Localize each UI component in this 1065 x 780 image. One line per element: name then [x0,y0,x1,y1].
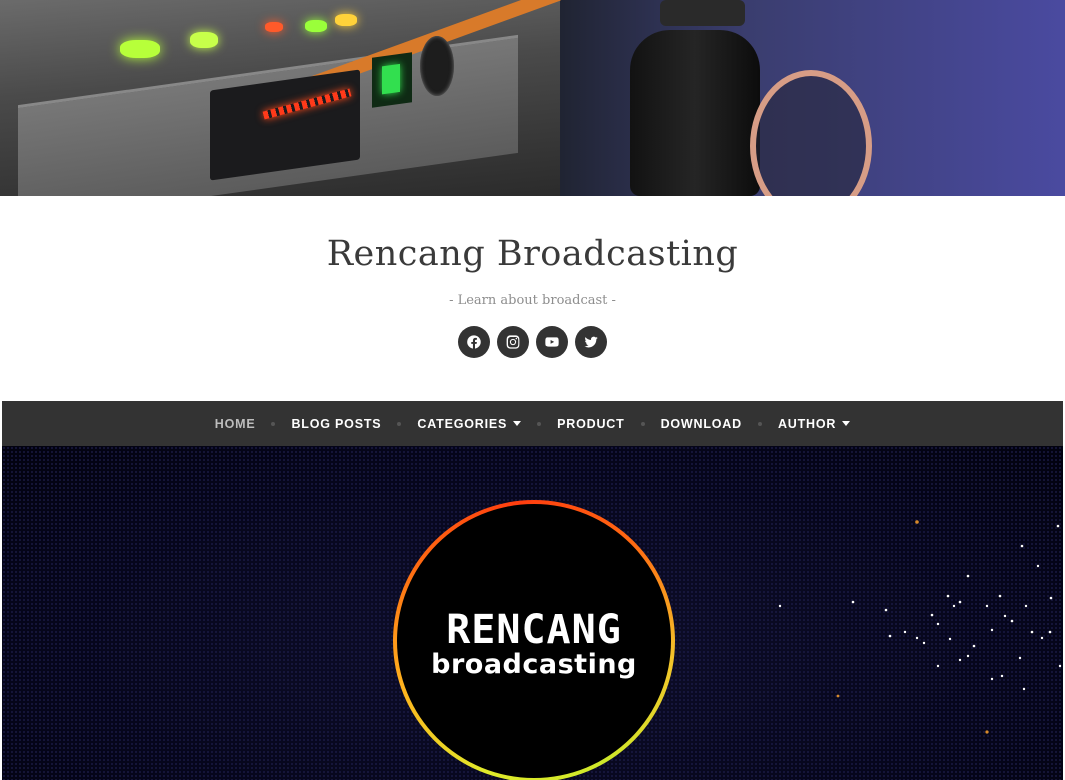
main-navigation: HOME BLOG POSTS CATEGORIES PRODUCT DOWNL… [2,401,1063,446]
instagram-link[interactable] [497,326,529,358]
instagram-icon [506,335,520,349]
logo-text-line1: RENCANG [446,607,622,653]
youtube-icon [545,337,559,347]
indicator-light [120,40,160,58]
indicator-light [190,32,218,48]
nav-separator [537,421,542,426]
site-title[interactable]: Rencang Broadcasting [2,234,1063,274]
nav-label: PRODUCT [557,416,625,431]
header-banner-image [0,0,1065,196]
nav-item-categories[interactable]: CATEGORIES [417,416,522,431]
rencang-logo: RENCANG broadcasting [393,500,675,780]
nav-item-download[interactable]: DOWNLOAD [661,417,742,431]
mic-mount-graphic [660,0,745,26]
nav-label: BLOG POSTS [291,416,382,431]
nav-separator [757,421,762,426]
logo-disc: RENCANG broadcasting [397,504,671,778]
nav-label: DOWNLOAD [660,416,742,431]
twitter-icon [584,336,598,348]
featured-image: RENCANG broadcasting [2,446,1063,780]
facebook-icon [467,335,481,349]
nav-item-home[interactable]: HOME [215,417,256,431]
site-description: - Learn about broadcast - [449,293,616,308]
indicator-light [335,14,357,26]
logo-text-line2: broadcasting [431,649,637,680]
nav-label: HOME [214,416,256,431]
youtube-link[interactable] [536,326,568,358]
nav-label: CATEGORIES [417,416,508,431]
microphone-graphic [630,30,760,196]
indicator-light [265,22,283,32]
nav-separator [640,421,645,426]
twitter-link[interactable] [575,326,607,358]
facebook-link[interactable] [458,326,490,358]
pop-filter-graphic [750,70,872,196]
indicator-light [305,20,327,32]
nav-item-product[interactable]: PRODUCT [557,417,624,431]
nav-label: AUTHOR [777,416,837,431]
nav-item-author[interactable]: AUTHOR [777,416,851,431]
nav-separator [271,421,276,426]
digital-display-graphic [372,52,412,108]
caret-down-icon [513,421,522,426]
nav-item-blog-posts[interactable]: BLOG POSTS [291,417,381,431]
site-header: Rencang Broadcasting - Learn about broad… [2,196,1063,401]
nav-separator [397,421,402,426]
caret-down-icon [842,421,851,426]
knob-graphic [420,36,454,96]
social-links [2,326,1063,358]
